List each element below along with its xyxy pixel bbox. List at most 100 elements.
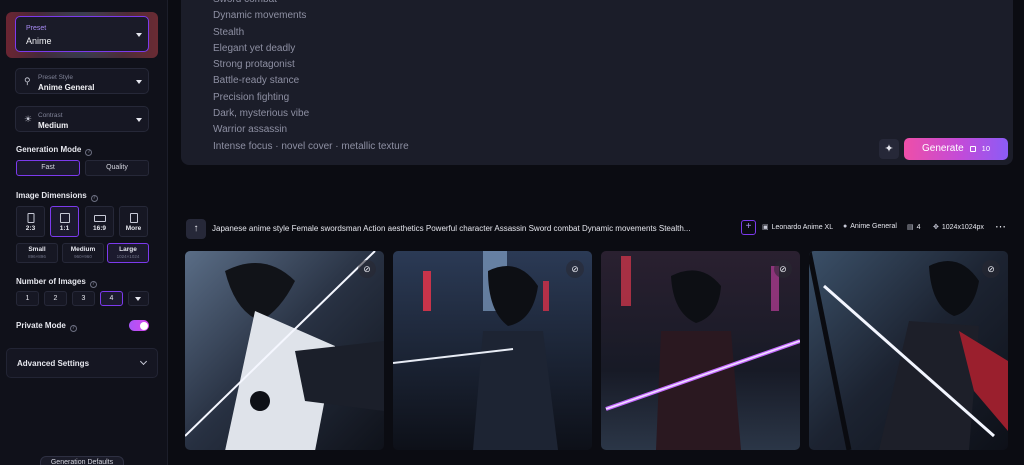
contrast-select[interactable]: ☀ Contrast Medium bbox=[15, 106, 149, 132]
chevron-down-icon bbox=[135, 297, 141, 301]
preset-value: Anime bbox=[26, 36, 52, 46]
info-icon[interactable]: ? bbox=[69, 325, 77, 332]
portrait-ratio-icon bbox=[27, 213, 34, 223]
ratio-label: More bbox=[125, 225, 142, 232]
preset-style-label: Preset Style bbox=[38, 74, 74, 81]
generation-defaults-button[interactable]: Generation Defaults bbox=[40, 456, 124, 465]
prompt-line: Stealth bbox=[213, 26, 245, 38]
add-plus-icon[interactable]: + bbox=[741, 220, 756, 235]
token-icon bbox=[970, 146, 976, 152]
num-images-3-button[interactable]: 3 bbox=[72, 291, 95, 306]
ratio-label: 1:1 bbox=[59, 225, 70, 232]
image-count: 4 bbox=[916, 224, 921, 231]
move-icon: ✥ bbox=[933, 224, 939, 231]
size-label: Large bbox=[119, 246, 137, 253]
landscape-ratio-icon bbox=[93, 215, 106, 222]
drop-icon: ● bbox=[843, 223, 848, 230]
model-icon: ▣ bbox=[762, 224, 769, 231]
eye-off-icon[interactable]: ⊘ bbox=[982, 260, 1000, 278]
chevron-down-icon bbox=[136, 80, 142, 84]
model-name: Leonardo Anime XL bbox=[771, 224, 834, 231]
advanced-settings-accordion[interactable]: Advanced Settings bbox=[6, 348, 158, 378]
size-small-button[interactable]: Small 896×896 bbox=[16, 243, 58, 263]
num-images-2-button[interactable]: 2 bbox=[44, 291, 67, 306]
size-medium-button[interactable]: Medium 960×960 bbox=[62, 243, 104, 263]
sun-icon: ☀ bbox=[24, 114, 33, 124]
sidebar: Preset Anime ⚲ Preset Style Anime Genera… bbox=[0, 0, 168, 465]
style-name: Anime General bbox=[850, 223, 897, 230]
ratio-label: 16:9 bbox=[92, 225, 106, 232]
info-icon[interactable]: ? bbox=[85, 149, 93, 156]
prompt-line: Battle-ready stance bbox=[213, 75, 300, 87]
style-meta: ● Anime General bbox=[843, 223, 897, 230]
generated-image[interactable]: ⊘ bbox=[393, 251, 592, 450]
chevron-down-icon bbox=[136, 118, 142, 122]
image-dimensions-heading: Image Dimensions? bbox=[16, 191, 98, 202]
info-icon[interactable]: ? bbox=[89, 281, 97, 288]
ratio-more-button[interactable]: More bbox=[119, 206, 148, 237]
advanced-settings-label: Advanced Settings bbox=[17, 359, 90, 368]
size-label: Medium bbox=[70, 246, 96, 253]
generated-image[interactable]: ⊘ bbox=[601, 251, 800, 450]
mode-fast-button[interactable]: Fast bbox=[16, 160, 80, 176]
chevron-down-icon bbox=[136, 33, 142, 37]
prompt-line: Elegant yet deadly bbox=[213, 42, 296, 54]
preset-label: Preset bbox=[26, 25, 47, 32]
eye-off-icon[interactable]: ⊘ bbox=[566, 260, 584, 278]
model-meta: ▣ Leonardo Anime XL bbox=[762, 223, 833, 231]
num-images-4-button[interactable]: 4 bbox=[100, 291, 123, 306]
generate-button[interactable]: Generate 10 bbox=[904, 138, 1008, 160]
image-dimensions-label: Image Dimensions bbox=[16, 191, 87, 200]
prompt-line: Strong protagonist bbox=[213, 59, 295, 71]
count-meta: ▤ 4 bbox=[907, 223, 921, 231]
prompt-line: Dynamic movements bbox=[213, 10, 307, 22]
mode-quality-button[interactable]: Quality bbox=[85, 160, 149, 176]
size-large-button[interactable]: Large 1024×1024 bbox=[107, 243, 149, 263]
chevron-down-icon bbox=[139, 357, 148, 366]
images-icon: ▤ bbox=[907, 224, 914, 231]
info-icon[interactable]: ? bbox=[90, 195, 98, 202]
preset-style-select[interactable]: ⚲ Preset Style Anime General bbox=[15, 68, 149, 94]
generation-mode-label: Generation Mode bbox=[16, 145, 82, 154]
private-mode-toggle[interactable] bbox=[129, 320, 149, 331]
more-options-icon[interactable]: ⋯ bbox=[995, 220, 1006, 233]
private-mode-heading: Private Mode? bbox=[16, 321, 77, 332]
size-label: Small bbox=[28, 246, 46, 253]
private-mode-label: Private Mode bbox=[16, 321, 66, 330]
eye-off-icon[interactable]: ⊘ bbox=[358, 260, 376, 278]
generated-image[interactable]: ⊘ bbox=[185, 251, 384, 450]
preset-select[interactable]: Preset Anime bbox=[15, 16, 149, 52]
num-images-1-button[interactable]: 1 bbox=[16, 291, 39, 306]
generation-prompt-text[interactable]: Japanese anime style Female swordsman Ac… bbox=[212, 224, 732, 233]
toggle-knob bbox=[139, 321, 148, 330]
preset-style-value: Anime General bbox=[38, 83, 95, 92]
number-of-images-label: Number of Images bbox=[16, 277, 86, 286]
reuse-prompt-arrow-up-icon[interactable]: ↑ bbox=[186, 219, 206, 239]
prompt-textarea[interactable]: Sword combat Dynamic movements Stealth E… bbox=[213, 0, 613, 155]
ratio-label: 2:3 bbox=[25, 225, 36, 232]
size-dims: 1024×1024 bbox=[116, 254, 140, 259]
image-dimensions: 1024x1024px bbox=[941, 224, 984, 231]
prompt-line: Precision fighting bbox=[213, 91, 290, 103]
generation-mode-heading: Generation Mode? bbox=[16, 145, 93, 156]
prompt-line: Warrior assassin bbox=[213, 124, 288, 136]
number-of-images-heading: Number of Images? bbox=[16, 277, 97, 288]
size-dims: 896×896 bbox=[28, 254, 46, 259]
generate-cost: 10 bbox=[981, 144, 990, 153]
contrast-label: Contrast bbox=[38, 112, 63, 119]
prompt-enhance-sparkle-icon[interactable]: ✦ bbox=[879, 139, 899, 159]
ratio-2-3-button[interactable]: 2:3 bbox=[16, 206, 45, 237]
generated-image[interactable]: ⊘ bbox=[809, 251, 1008, 450]
square-ratio-icon bbox=[59, 213, 70, 223]
prompt-line: Sword combat bbox=[213, 0, 613, 8]
eye-off-icon[interactable]: ⊘ bbox=[774, 260, 792, 278]
size-dims: 960×960 bbox=[74, 254, 92, 259]
ratio-1-1-button[interactable]: 1:1 bbox=[50, 206, 79, 237]
num-images-more-dropdown[interactable] bbox=[128, 291, 149, 306]
brush-icon: ⚲ bbox=[24, 76, 31, 86]
dimensions-meta: ✥ 1024x1024px bbox=[933, 223, 984, 231]
app-root: Preset Anime ⚲ Preset Style Anime Genera… bbox=[0, 0, 1024, 465]
ratio-16-9-button[interactable]: 16:9 bbox=[85, 206, 114, 237]
prompt-line: Dark, mysterious vibe bbox=[213, 108, 310, 120]
contrast-value: Medium bbox=[38, 121, 69, 130]
